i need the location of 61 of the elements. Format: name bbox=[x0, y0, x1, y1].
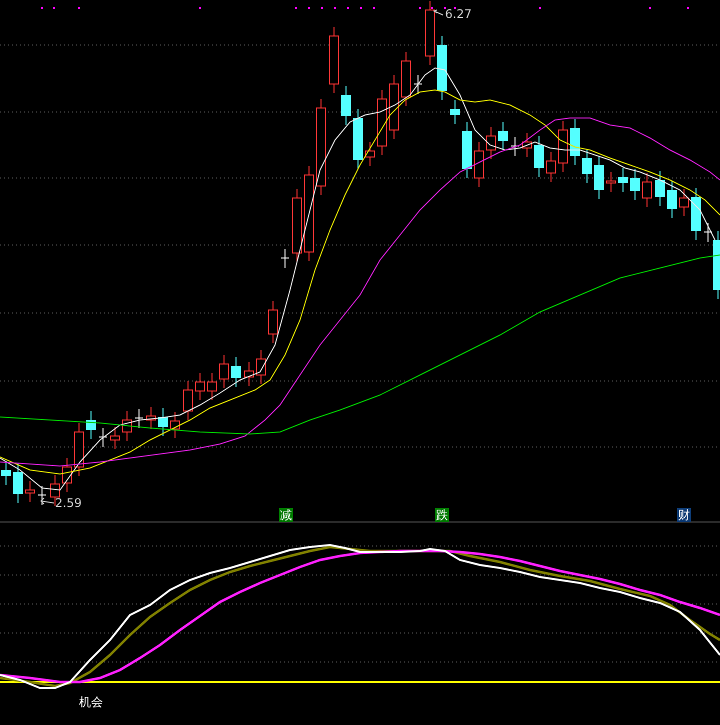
candlestick bbox=[570, 118, 580, 166]
candlestick bbox=[401, 52, 411, 106]
candlestick bbox=[450, 100, 460, 124]
candlestick bbox=[582, 148, 592, 184]
candlestick bbox=[377, 90, 387, 156]
candlestick bbox=[207, 372, 217, 400]
candlestick bbox=[122, 410, 132, 442]
price-label: 6.27 bbox=[445, 7, 472, 21]
candlestick bbox=[486, 126, 496, 160]
price-label: 2.59 bbox=[55, 496, 82, 510]
candlestick bbox=[134, 408, 144, 428]
candlestick bbox=[618, 168, 628, 192]
candlestick bbox=[158, 408, 168, 436]
indicator-label: 机会 bbox=[79, 695, 103, 709]
candlestick bbox=[74, 422, 84, 476]
signal-tag: 减 bbox=[279, 508, 293, 522]
candlestick bbox=[594, 156, 604, 200]
candlestick bbox=[13, 462, 23, 504]
candlestick bbox=[462, 122, 472, 178]
candlestick bbox=[655, 170, 665, 206]
leader-line bbox=[432, 10, 444, 16]
signal-tag: 财 bbox=[677, 508, 691, 522]
candlestick bbox=[437, 36, 447, 100]
candlestick bbox=[365, 142, 375, 166]
signal-tag: 跌 bbox=[435, 508, 449, 522]
candlestick bbox=[522, 132, 532, 158]
candlestick bbox=[170, 412, 180, 438]
candlestick bbox=[244, 362, 254, 386]
candlestick bbox=[667, 180, 677, 218]
candlestick bbox=[679, 188, 689, 216]
candlestick bbox=[25, 480, 35, 502]
candlestick bbox=[146, 406, 156, 430]
candlestick bbox=[341, 86, 351, 126]
candlestick bbox=[630, 168, 640, 200]
candlestick bbox=[534, 136, 544, 178]
candlestick bbox=[558, 120, 568, 172]
candlestick bbox=[62, 458, 72, 492]
candlestick bbox=[498, 122, 508, 150]
candlestick bbox=[691, 188, 701, 240]
candlestick bbox=[268, 300, 278, 344]
candlestick bbox=[183, 380, 193, 420]
candlestick bbox=[353, 108, 363, 170]
candlestick bbox=[280, 248, 290, 268]
candlestick bbox=[38, 486, 46, 506]
candlestick bbox=[1, 460, 11, 486]
candlestick bbox=[256, 350, 266, 384]
candlestick bbox=[642, 172, 652, 208]
candlestick bbox=[546, 152, 556, 182]
candlestick bbox=[231, 356, 241, 388]
candlestick bbox=[86, 410, 96, 440]
candlestick bbox=[110, 426, 120, 450]
candlestick bbox=[389, 74, 399, 140]
candlestick bbox=[474, 142, 484, 188]
candlestick bbox=[195, 372, 205, 400]
candlestick bbox=[414, 74, 422, 94]
candlestick bbox=[98, 428, 108, 448]
candlestick bbox=[606, 172, 616, 192]
candlestick bbox=[510, 136, 520, 156]
leader-line bbox=[40, 498, 54, 504]
candlestick bbox=[219, 354, 229, 388]
candlestick bbox=[329, 26, 339, 94]
